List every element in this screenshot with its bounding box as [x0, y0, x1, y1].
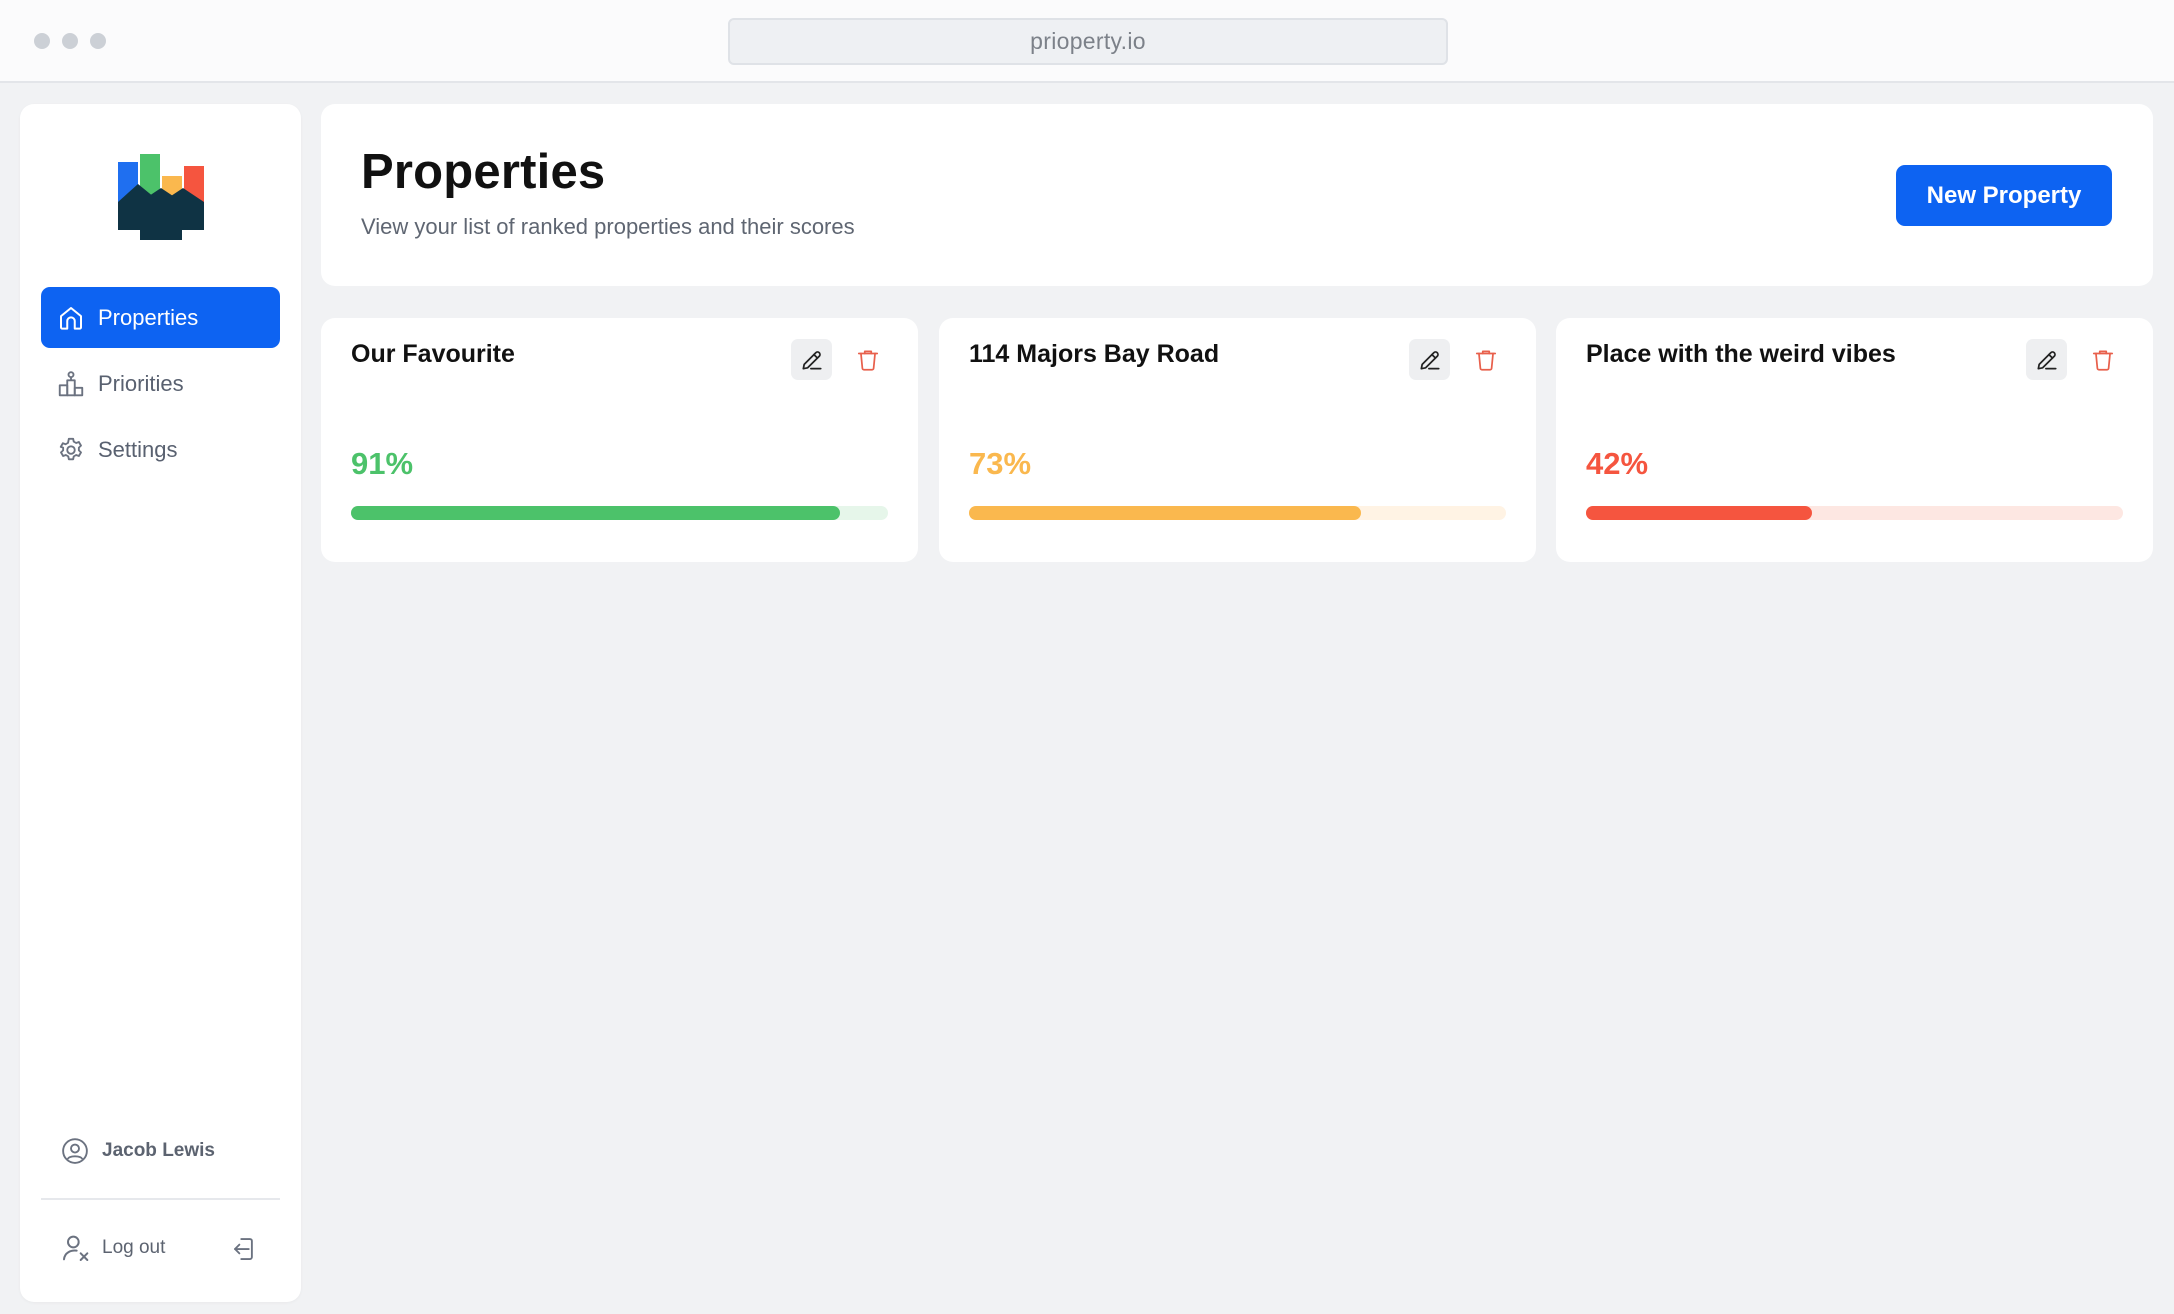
window-minimize-dot[interactable]: [62, 33, 78, 49]
trash-icon: [1475, 349, 1496, 371]
pencil-icon: [801, 350, 822, 370]
score-bar: [1586, 506, 2123, 520]
property-score: 73%: [969, 446, 1032, 481]
podium-icon: [58, 370, 84, 396]
page-subtitle: View your list of ranked properties and …: [361, 214, 855, 239]
score-bar-fill: [1586, 506, 1812, 520]
sidebar-item-label: Priorities: [98, 370, 184, 396]
exit-icon[interactable]: [230, 1234, 260, 1264]
page-title: Properties: [361, 145, 606, 199]
user-name: Jacob Lewis: [102, 1140, 215, 1161]
property-score: 42%: [1586, 446, 1649, 481]
sidebar-item-label: Settings: [98, 436, 178, 462]
user-circle-icon: [62, 1138, 88, 1164]
score-bar: [351, 506, 888, 520]
gear-icon: [59, 437, 82, 460]
property-score: 91%: [351, 446, 414, 481]
sidebar-divider: [41, 1198, 280, 1200]
logout-button[interactable]: Log out: [60, 1232, 165, 1264]
sidebar-item-label: Properties: [98, 304, 199, 330]
address-bar[interactable]: prioperty.io: [728, 18, 1448, 65]
property-name: 114 Majors Bay Road: [969, 340, 1220, 368]
window-maximize-dot[interactable]: [90, 33, 106, 49]
sidebar-item-properties[interactable]: Properties: [41, 287, 280, 348]
property-name: Our Favourite: [351, 340, 515, 368]
score-bar-fill: [969, 506, 1361, 520]
trash-icon: [857, 349, 878, 371]
browser-chrome: prioperty.io: [0, 0, 2174, 83]
edit-button[interactable]: [1409, 339, 1450, 380]
delete-button[interactable]: [1465, 339, 1506, 380]
user-remove-icon: [63, 1235, 89, 1261]
app-logo: [118, 154, 204, 240]
window-close-dot[interactable]: [34, 33, 50, 49]
home-icon: [60, 306, 82, 330]
property-card[interactable]: Place with the weird vibes 42%: [1556, 318, 2153, 562]
sidebar-item-settings[interactable]: Settings: [41, 419, 280, 480]
user-profile[interactable]: Jacob Lewis: [60, 1136, 215, 1166]
new-property-button[interactable]: New Property: [1896, 165, 2112, 226]
edit-button[interactable]: [791, 339, 832, 380]
trash-icon: [2092, 349, 2113, 371]
page-header: Properties View your list of ranked prop…: [321, 104, 2153, 286]
property-name: Place with the weird vibes: [1586, 340, 1896, 368]
browser-window: prioperty.io Properties Priorities Setti…: [0, 0, 2174, 1314]
edit-button[interactable]: [2026, 339, 2067, 380]
window-controls: [34, 33, 106, 49]
pencil-icon: [1419, 350, 1440, 370]
property-card[interactable]: Our Favourite 91%: [321, 318, 918, 562]
delete-button[interactable]: [2082, 339, 2123, 380]
delete-button[interactable]: [847, 339, 888, 380]
sidebar-item-priorities[interactable]: Priorities: [41, 353, 280, 414]
score-bar-fill: [351, 506, 840, 520]
pencil-icon: [2036, 350, 2057, 370]
score-bar: [969, 506, 1506, 520]
sidebar: Properties Priorities Settings Jacob Lew…: [20, 104, 301, 1302]
property-card[interactable]: 114 Majors Bay Road 73%: [939, 318, 1536, 562]
logout-label: Log out: [102, 1237, 166, 1258]
